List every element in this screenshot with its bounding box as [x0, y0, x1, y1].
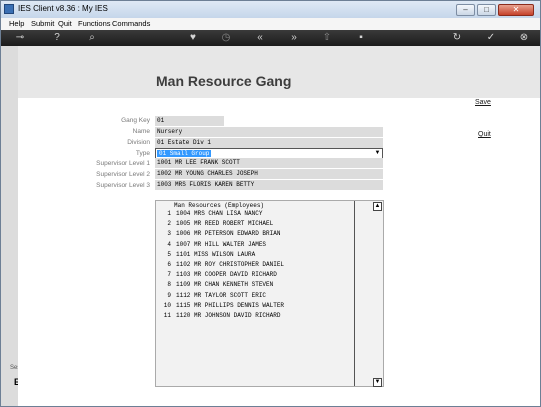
- app-icon: [4, 4, 14, 14]
- row-number: 4: [167, 240, 171, 248]
- quit-link[interactable]: Quit: [478, 131, 491, 138]
- menu-functions[interactable]: Functions: [78, 19, 111, 28]
- window-title: IES Client v8.36 : My IES: [18, 4, 108, 13]
- row-number: 7: [167, 271, 171, 279]
- employee-entry: 1004 MRS CHAN LISA NANCY: [176, 210, 263, 217]
- menu-commands[interactable]: Commands: [112, 19, 150, 28]
- refresh-icon[interactable]: ↻: [451, 30, 463, 46]
- menu-bar: Help Submit Quit Functions Commands: [1, 18, 540, 30]
- heart-icon[interactable]: ♥: [187, 30, 199, 46]
- row-number: 6: [167, 261, 171, 268]
- maximize-button[interactable]: □: [477, 4, 496, 16]
- clock-icon[interactable]: ◷: [220, 30, 232, 46]
- division-field[interactable]: 01 Estate Div 1: [155, 138, 383, 148]
- title-bar: IES Client v8.36 : My IES – □ ✕: [1, 1, 540, 18]
- close-icon[interactable]: ⊗: [518, 30, 530, 46]
- name-field[interactable]: Nursery: [155, 127, 383, 137]
- row-number: 1: [167, 210, 171, 217]
- toolbar: ⊸ ? ⌕ ♥ ◷ « » ⇧ ▪ ↻ ✓ ⊗: [1, 30, 540, 46]
- scroll-up-button[interactable]: ▲: [373, 202, 382, 211]
- check-icon[interactable]: ✓: [485, 30, 497, 46]
- left-panel: [1, 46, 18, 406]
- chevron-down-icon[interactable]: ▼: [373, 149, 382, 158]
- grid-header: Man Resources (Employees): [174, 202, 265, 209]
- rewind-icon[interactable]: «: [254, 30, 266, 46]
- supervisor-3-field[interactable]: 1003 MRS FLORIS KAREN BETTY: [155, 180, 383, 190]
- employee-entry: 1115 MR PHILLIPS DENNIS WALTER: [176, 301, 285, 309]
- employee-entry: 1112 MR TAYLOR SCOTT ERIC: [176, 291, 267, 299]
- supervisor-2-field[interactable]: 1002 MR YOUNG CHARLES JOSEPH: [155, 169, 383, 179]
- row-number: 5: [167, 250, 171, 258]
- employee-entry: 1005 MR REED ROBERT MICHAEL: [176, 220, 274, 228]
- menu-quit[interactable]: Quit: [58, 19, 72, 28]
- supervisor-1-field[interactable]: 1001 MR LEE FRANK SCOTT: [155, 158, 383, 168]
- name-label: Name: [132, 128, 150, 135]
- employee-entry: 1006 MR PETERSON EDWARD BRIAN: [176, 230, 281, 238]
- row-number: 2: [167, 220, 171, 228]
- row-number: 11: [163, 312, 171, 319]
- header-banner: [18, 46, 540, 98]
- menu-help[interactable]: Help: [9, 19, 24, 28]
- employee-entry: 1120 MR JOHNSON DAVID RICHARD: [176, 312, 281, 319]
- search-icon[interactable]: ⌕: [86, 30, 98, 46]
- app-window: IES Client v8.36 : My IES – □ ✕ Help Sub…: [0, 0, 541, 407]
- fast-forward-icon[interactable]: »: [288, 30, 300, 46]
- employee-entry: 1007 MR HILL WALTER JAMES: [176, 240, 267, 248]
- scroll-down-button[interactable]: ▼: [373, 378, 382, 387]
- row-number: 9: [167, 291, 171, 299]
- gang-key-label: Gang Key: [121, 117, 150, 124]
- close-window-button[interactable]: ✕: [498, 4, 534, 16]
- division-label: Division: [127, 139, 150, 146]
- type-label: Type: [135, 150, 150, 157]
- man-resources-grid[interactable]: Man Resources (Employees) 1 1004 MRS CHAN…: [155, 200, 384, 387]
- page-title: Man Resource Gang: [156, 73, 292, 89]
- stop-icon[interactable]: ▪: [355, 30, 367, 46]
- menu-submit[interactable]: Submit: [31, 19, 54, 28]
- supervisor-2-label: Supervisor Level 2: [96, 171, 150, 178]
- minimize-button[interactable]: –: [456, 4, 475, 16]
- employee-entry: 1109 MR CHAN KENNETH STEVEN: [176, 281, 274, 289]
- upload-icon[interactable]: ⇧: [321, 30, 333, 46]
- gang-key-field[interactable]: 01: [155, 116, 224, 126]
- row-number: 10: [163, 301, 171, 309]
- row-number: 8: [167, 281, 171, 289]
- grid-divider: [354, 201, 355, 386]
- employee-entry: 1101 MISS WILSON LAURA: [176, 250, 256, 258]
- row-number: 3: [167, 230, 171, 238]
- employee-entry: 1103 MR COOPER DAVID RICHARD: [176, 271, 277, 279]
- supervisor-3-label: Supervisor Level 3: [96, 182, 150, 189]
- employee-entry: 1102 MR ROY CHRISTOPHER DANIEL: [176, 261, 285, 268]
- save-link[interactable]: Save: [475, 99, 491, 106]
- type-selected-value: 01 Small Group: [157, 150, 212, 157]
- key-icon[interactable]: ⊸: [9, 30, 31, 46]
- supervisor-1-label: Supervisor Level 1: [96, 160, 150, 167]
- help-icon[interactable]: ?: [51, 30, 63, 46]
